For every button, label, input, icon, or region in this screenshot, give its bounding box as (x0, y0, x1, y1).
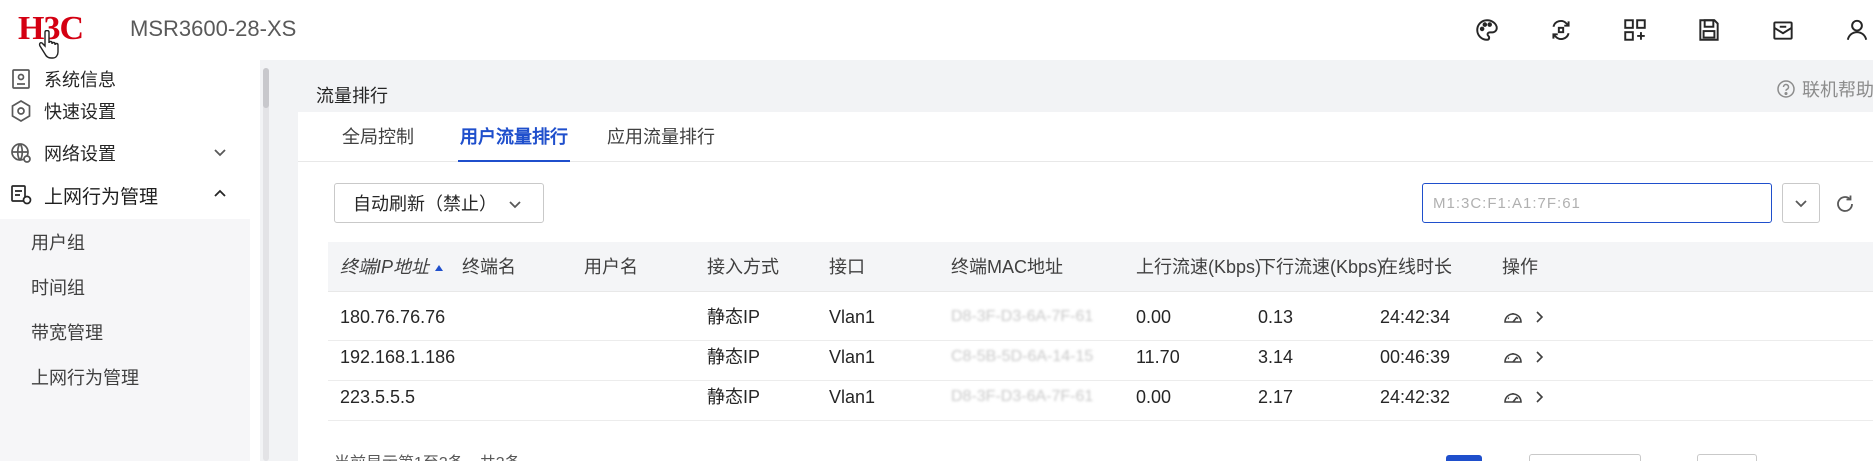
column-header-interface: 接口 (829, 257, 865, 277)
column-header-online-time: 在线时长 (1380, 257, 1452, 277)
column-header-access-mode: 接入方式 (707, 257, 779, 277)
pagination-current-page[interactable] (1446, 455, 1482, 461)
main-panel: 全局控制 用户流量排行 应用流量排行 自动刷新（禁止） 终端IP地址 终端名 用… (298, 112, 1873, 461)
save-icon[interactable] (1693, 14, 1725, 46)
column-header-upload-rate: 上行流速(Kbps) (1136, 257, 1262, 277)
add-widget-icon[interactable] (1619, 14, 1651, 46)
auto-refresh-dropdown[interactable]: 自动刷新（禁止） (334, 183, 544, 223)
speedometer-icon[interactable] (1502, 306, 1524, 328)
search-field-dropdown[interactable] (1782, 183, 1820, 223)
top-header: H3C MSR3600-28-XS (0, 0, 1873, 60)
sidebar-scrollbar[interactable] (263, 68, 269, 461)
cell-access-mode: 静态IP (707, 387, 761, 407)
row-action[interactable] (1502, 386, 1546, 408)
help-label: 联机帮助 (1802, 80, 1873, 100)
chevron-right-icon[interactable] (1532, 390, 1546, 404)
quick-setup-icon (8, 98, 34, 124)
sidebar-item-label: 上网行为管理 (44, 186, 159, 208)
help-icon (1777, 80, 1795, 98)
tab-app-traffic-rank[interactable]: 应用流量排行 (605, 112, 717, 162)
sidebar-item-behavior-mgmt[interactable]: 上网行为管理 (0, 170, 250, 220)
sidebar-subitem-bandwidth[interactable]: 带宽管理 (0, 309, 250, 354)
cell-mac: D8-3F-D3-6A-7F-61 (951, 388, 1094, 405)
column-header-actions: 操作 (1502, 257, 1538, 277)
page-jump-input[interactable] (1697, 454, 1757, 461)
pagination-summary: 当前显示第1至3条，共3条 (334, 449, 521, 461)
online-help-link[interactable]: 联机帮助 (1776, 76, 1873, 102)
column-header-username: 用户名 (584, 257, 638, 277)
cell-download-rate: 2.17 (1258, 387, 1294, 407)
chevron-up-icon (214, 189, 226, 197)
behavior-mgmt-icon (8, 182, 34, 208)
speedometer-icon[interactable] (1502, 386, 1524, 408)
chevron-down-icon (214, 149, 226, 157)
page-title: 流量排行 (316, 86, 388, 106)
tab-global-control[interactable]: 全局控制 (340, 112, 416, 162)
table-header: 终端IP地址 终端名 用户名 接入方式 接口 终端MAC地址 上行流速(Kbps… (328, 242, 1873, 292)
cell-online-time: 24:42:32 (1380, 387, 1451, 407)
user-icon[interactable] (1841, 14, 1873, 46)
sidebar-subitem-user-group[interactable]: 用户组 (0, 219, 250, 264)
chevron-down-icon (1795, 200, 1807, 208)
hand-cursor-icon (38, 30, 59, 59)
network-settings-icon (8, 140, 34, 166)
page-size-select[interactable] (1529, 454, 1641, 461)
chevron-down-icon (509, 201, 521, 209)
sync-config-icon[interactable] (1545, 14, 1577, 46)
mail-icon[interactable] (1767, 14, 1799, 46)
column-header-download-rate: 下行流速(Kbps) (1258, 257, 1384, 277)
search-input[interactable] (1422, 183, 1772, 223)
table-row[interactable]: 223.5.5.5 静态IP Vlan1 D8-3F-D3-6A-7F-61 0… (328, 373, 1873, 421)
column-header-terminal-name: 终端名 (462, 257, 516, 277)
sidebar: 系统信息 快速设置 网络设置 上网行为管理 用户组 时间组 带宽管理 上网行为管… (0, 60, 260, 461)
cell-upload-rate: 0.00 (1136, 387, 1172, 407)
row-action[interactable] (1502, 346, 1546, 368)
row-action[interactable] (1502, 306, 1546, 328)
sidebar-item-label: 快速设置 (44, 102, 116, 122)
device-model: MSR3600-28-XS (130, 16, 297, 41)
auto-refresh-label: 自动刷新（禁止） (353, 194, 497, 214)
refresh-icon[interactable] (1834, 193, 1856, 215)
chevron-right-icon[interactable] (1532, 310, 1546, 324)
tab-bar: 全局控制 用户流量排行 应用流量排行 (298, 112, 1873, 162)
sidebar-subitem-behavior[interactable]: 上网行为管理 (0, 354, 250, 399)
column-header-mac: 终端MAC地址 (951, 257, 1063, 277)
sidebar-subitem-time-group[interactable]: 时间组 (0, 264, 250, 309)
cell-ip: 223.5.5.5 (340, 387, 416, 407)
speedometer-icon[interactable] (1502, 346, 1524, 368)
sidebar-scrollbar-thumb[interactable] (263, 68, 269, 108)
tab-user-traffic-rank[interactable]: 用户流量排行 (458, 112, 570, 162)
column-header-ip[interactable]: 终端IP地址 (340, 242, 444, 292)
sidebar-item-label: 网络设置 (44, 144, 116, 164)
cell-interface: Vlan1 (829, 387, 876, 407)
sort-asc-icon[interactable] (435, 265, 444, 272)
palette-icon[interactable] (1471, 14, 1503, 46)
chevron-right-icon[interactable] (1532, 350, 1546, 364)
header-toolbar (1429, 14, 1873, 46)
